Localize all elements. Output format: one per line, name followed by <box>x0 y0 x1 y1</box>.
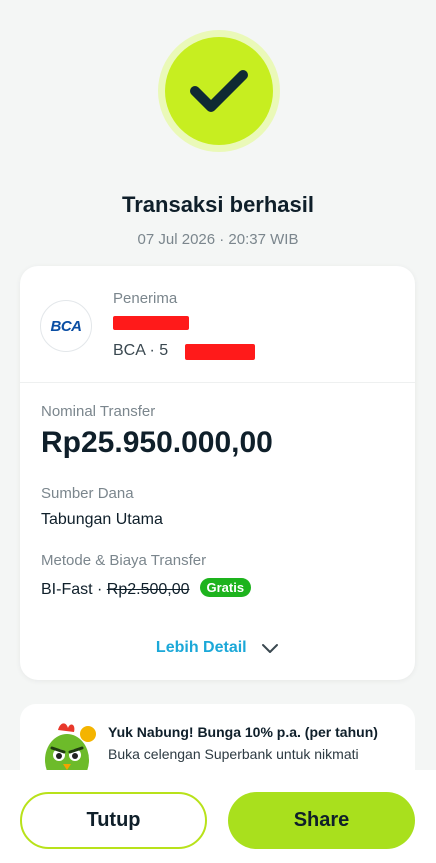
method-value: BI-Fast · <box>41 581 107 598</box>
recipient-account: BCA · 5 <box>113 342 169 359</box>
success-icon-circle <box>165 37 273 145</box>
bottom-action-bar: Tutup Share <box>0 770 436 863</box>
share-button[interactable]: Share <box>228 792 415 849</box>
close-button[interactable]: Tutup <box>20 792 207 849</box>
method-row: BI-Fast · Rp2.500,00 Gratis <box>41 578 252 599</box>
more-detail-link[interactable]: Lebih Detail <box>20 639 415 657</box>
source-value: Tabungan Utama <box>41 511 163 528</box>
card-divider <box>20 382 415 383</box>
free-badge: Gratis <box>199 578 252 597</box>
bank-logo-text: BCA <box>50 317 83 335</box>
more-detail-label: Lebih Detail <box>155 639 247 656</box>
transfer-amount: Rp25.950.000,00 <box>41 426 273 459</box>
method-label: Metode & Biaya Transfer <box>41 552 207 569</box>
account-number-redacted <box>185 344 255 360</box>
original-fee: Rp2.500,00 <box>106 581 190 598</box>
promo-description: Buka celengan Superbank untuk nikmati <box>108 746 359 762</box>
transaction-card: BCA Penerima BCA · 5 Nominal Transfer Rp… <box>20 266 415 680</box>
chevron-down-icon <box>262 644 279 653</box>
success-icon <box>158 30 280 152</box>
checkmark-icon <box>190 70 248 112</box>
status-title: Transaksi berhasil <box>122 192 314 217</box>
nominal-label: Nominal Transfer <box>41 403 156 420</box>
promo-title: Yuk Nabung! Bunga 10% p.a. (per tahun) <box>108 724 378 740</box>
transaction-datetime: 07 Jul 2026 · 20:37 WIB <box>137 231 299 248</box>
bank-logo: BCA <box>40 300 92 352</box>
recipient-label: Penerima <box>113 290 178 307</box>
source-label: Sumber Dana <box>41 485 134 502</box>
recipient-name-redacted <box>113 316 189 330</box>
